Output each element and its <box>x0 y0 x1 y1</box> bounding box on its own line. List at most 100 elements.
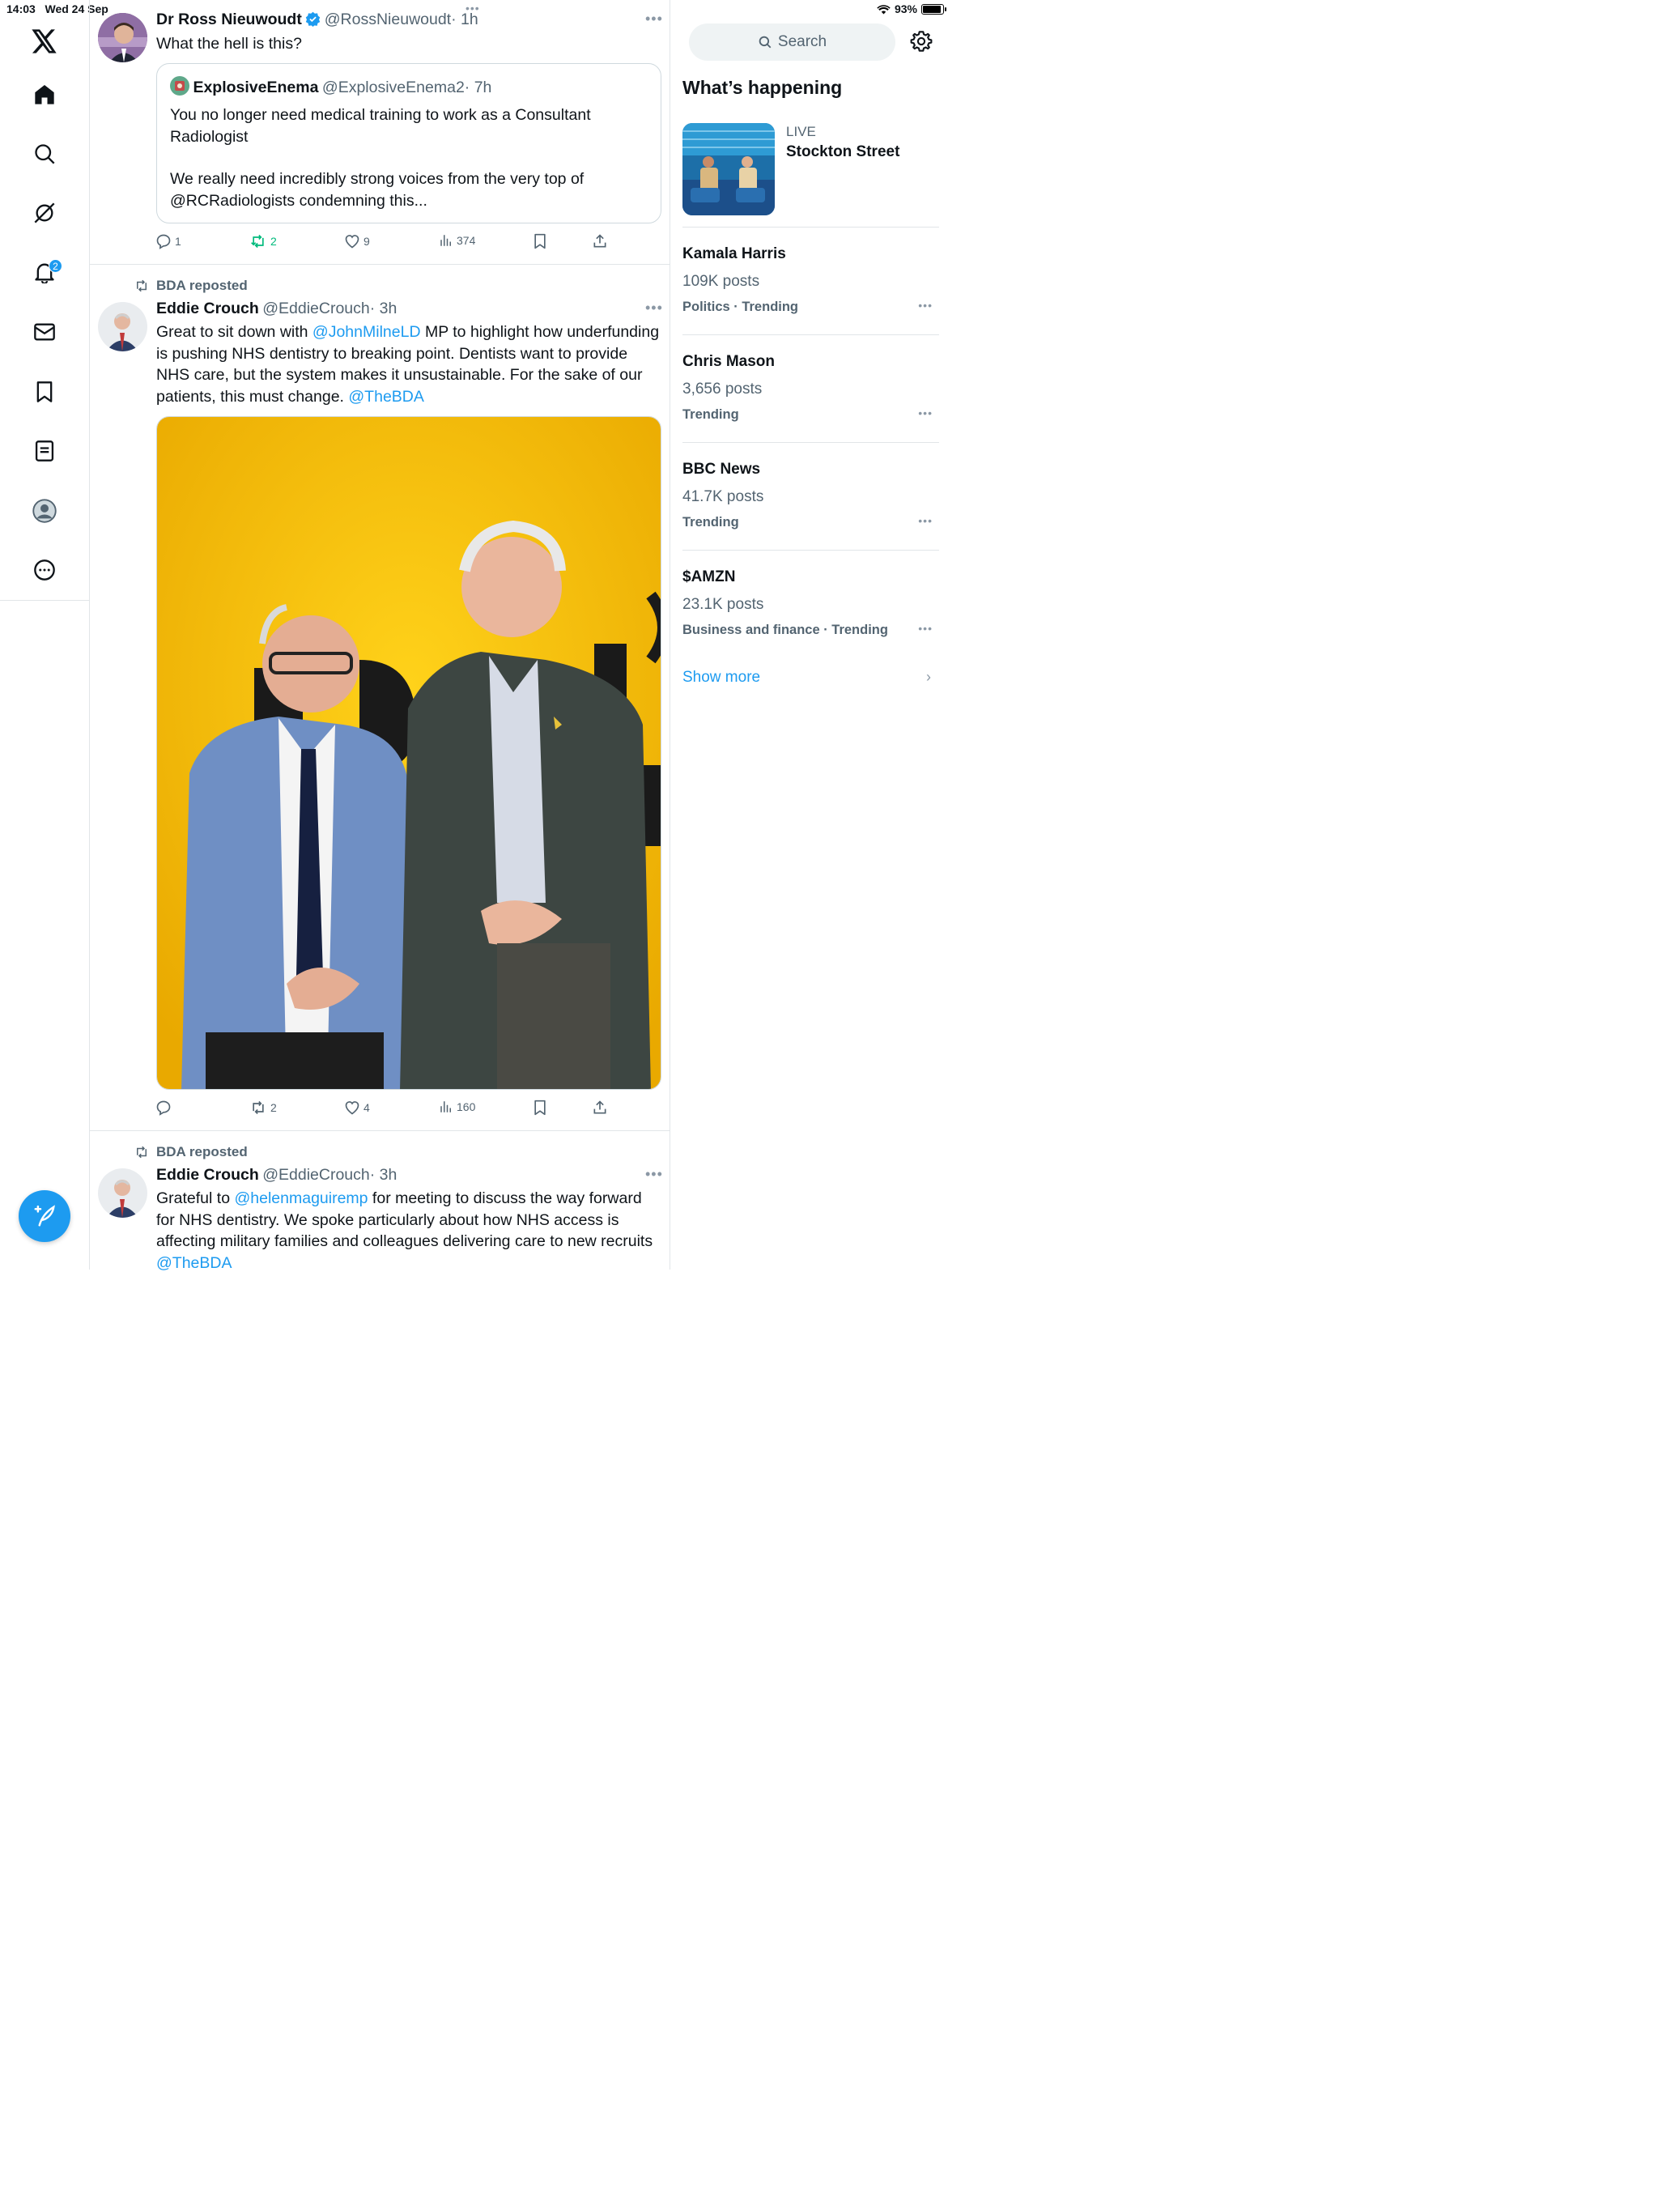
views-button[interactable]: 374 <box>439 233 475 248</box>
like-button[interactable]: 9 <box>344 233 370 249</box>
repost-indicator[interactable]: BDA reposted <box>134 1144 248 1160</box>
quote-text-1: You no longer need medical training to w… <box>170 106 591 146</box>
lists-icon[interactable] <box>29 436 60 466</box>
trend-meta: Business and finance · Trending <box>682 623 888 637</box>
home-icon[interactable] <box>29 79 60 110</box>
trend-separator <box>682 227 939 228</box>
text-segment: Great to sit down with <box>156 323 312 341</box>
post-text: What the hell is this? <box>156 35 302 53</box>
mention-link[interactable]: @JohnMilneLD <box>312 323 421 341</box>
views-count: 160 <box>457 1100 476 1113</box>
trend-item[interactable]: $AMZN 23.1K posts Business and finance ·… <box>682 568 939 649</box>
trend-item[interactable]: Chris Mason 3,656 posts Trending ••• <box>682 353 939 434</box>
compose-feather-icon <box>34 1205 55 1227</box>
reply-icon <box>156 1100 171 1116</box>
status-indicators: 93% <box>877 2 946 15</box>
trend-posts: 109K posts <box>682 273 760 290</box>
search-input[interactable]: Search <box>689 23 895 61</box>
post-time: · 1h <box>451 11 478 28</box>
profile-icon[interactable] <box>29 496 60 526</box>
post-separator <box>90 264 670 265</box>
reply-button[interactable] <box>155 1100 175 1116</box>
repost-indicator[interactable]: BDA reposted <box>134 278 248 294</box>
search-icon <box>759 36 772 49</box>
trend-name: BBC News <box>682 461 761 478</box>
post-time: · 3h <box>369 300 397 317</box>
mention-link[interactable]: @helenmaguiremp <box>234 1189 368 1207</box>
trend-item[interactable]: Kamala Harris 109K posts Politics · Tren… <box>682 245 939 326</box>
author-handle[interactable]: @EddieCrouch <box>262 1166 370 1184</box>
views-chart-icon <box>440 235 451 246</box>
author-handle[interactable]: @RossNieuwoudt <box>325 11 451 28</box>
repost-icon <box>253 1100 264 1115</box>
live-event-title[interactable]: Stockton Street <box>786 143 899 161</box>
quoted-post[interactable]: ExplosiveEnema @ExplosiveEnema2· 7h You … <box>156 63 661 223</box>
trend-meta: Politics · Trending <box>682 300 799 314</box>
avatar[interactable] <box>98 1168 147 1218</box>
share-icon <box>593 234 606 248</box>
post-menu-icon[interactable]: ••• <box>645 11 663 28</box>
quote-header: ExplosiveEnema @ExplosiveEnema2· 7h <box>170 76 491 97</box>
repost-button[interactable]: 2 <box>249 233 277 249</box>
tweet2-actions: 2 4 160 <box>155 1100 609 1116</box>
live-label: LIVE <box>786 124 816 139</box>
quote-author-name: ExplosiveEnema <box>193 79 319 96</box>
trend-name: Kamala Harris <box>682 245 786 262</box>
compose-post-button[interactable] <box>19 1190 70 1242</box>
trend-posts: 23.1K posts <box>682 596 764 613</box>
chevron-right-icon[interactable]: › <box>926 669 931 686</box>
post-text: Great to sit down with @JohnMilneLD MP t… <box>156 321 662 407</box>
more-options-icon[interactable] <box>29 555 60 585</box>
reposted-by: BDA reposted <box>156 278 248 293</box>
quote-author-handle: @ExplosiveEnema2 <box>321 79 465 96</box>
live-event-thumbnail[interactable] <box>682 123 775 215</box>
explore-search-icon[interactable] <box>29 138 60 169</box>
bookmarks-icon[interactable] <box>29 376 60 407</box>
mention-link[interactable]: @TheBDA <box>348 388 424 406</box>
like-button[interactable]: 4 <box>344 1100 370 1116</box>
reply-count: 1 <box>175 235 181 248</box>
avatar[interactable] <box>98 302 147 351</box>
quote-avatar <box>170 76 189 96</box>
author-name[interactable]: Eddie Crouch <box>156 300 259 317</box>
post-menu-icon[interactable]: ••• <box>645 300 663 317</box>
author-name[interactable]: Eddie Crouch <box>156 1166 259 1184</box>
author-name[interactable]: Dr Ross Nieuwoudt <box>156 11 302 28</box>
trend-separator <box>682 334 939 335</box>
trend-meta: Trending <box>682 515 739 530</box>
trend-posts: 41.7K posts <box>682 488 764 505</box>
like-count: 4 <box>363 1101 370 1114</box>
post-menu-icon[interactable]: ••• <box>645 1166 663 1183</box>
bookmark-button[interactable] <box>532 1100 548 1116</box>
trend-menu-icon[interactable]: ••• <box>918 299 933 312</box>
trend-menu-icon[interactable]: ••• <box>918 622 933 635</box>
heart-icon <box>345 1101 359 1115</box>
show-more-link[interactable]: Show more <box>682 669 760 687</box>
post-time: · 3h <box>369 1166 397 1184</box>
avatar[interactable] <box>98 13 147 62</box>
trend-posts: 3,656 posts <box>682 381 763 398</box>
share-button[interactable] <box>592 1100 608 1116</box>
post-photo[interactable] <box>156 416 661 1090</box>
post-text: Grateful to @helenmaguiremp for meeting … <box>156 1188 662 1274</box>
section-title: What’s happening <box>682 77 843 98</box>
bookmark-icon <box>534 233 546 249</box>
mention-link[interactable]: @TheBDA <box>156 1254 232 1272</box>
post-separator <box>90 1130 670 1131</box>
x-logo-icon[interactable] <box>29 26 60 57</box>
reply-button[interactable]: 1 <box>155 233 181 249</box>
grok-icon[interactable] <box>29 198 60 228</box>
repost-button[interactable]: 2 <box>249 1100 277 1116</box>
trend-menu-icon[interactable]: ••• <box>918 514 933 527</box>
trend-menu-icon[interactable]: ••• <box>918 406 933 419</box>
battery-percent: 93% <box>894 2 917 15</box>
share-button[interactable] <box>592 233 608 249</box>
repost-count: 2 <box>270 235 277 248</box>
views-button[interactable]: 160 <box>439 1100 475 1114</box>
settings-gear-icon[interactable] <box>910 30 933 57</box>
author-handle[interactable]: @EddieCrouch <box>262 300 370 317</box>
bookmark-button[interactable] <box>532 233 548 249</box>
like-count: 9 <box>363 235 370 248</box>
messages-envelope-icon[interactable] <box>29 317 60 347</box>
trend-item[interactable]: BBC News 41.7K posts Trending ••• <box>682 461 939 542</box>
